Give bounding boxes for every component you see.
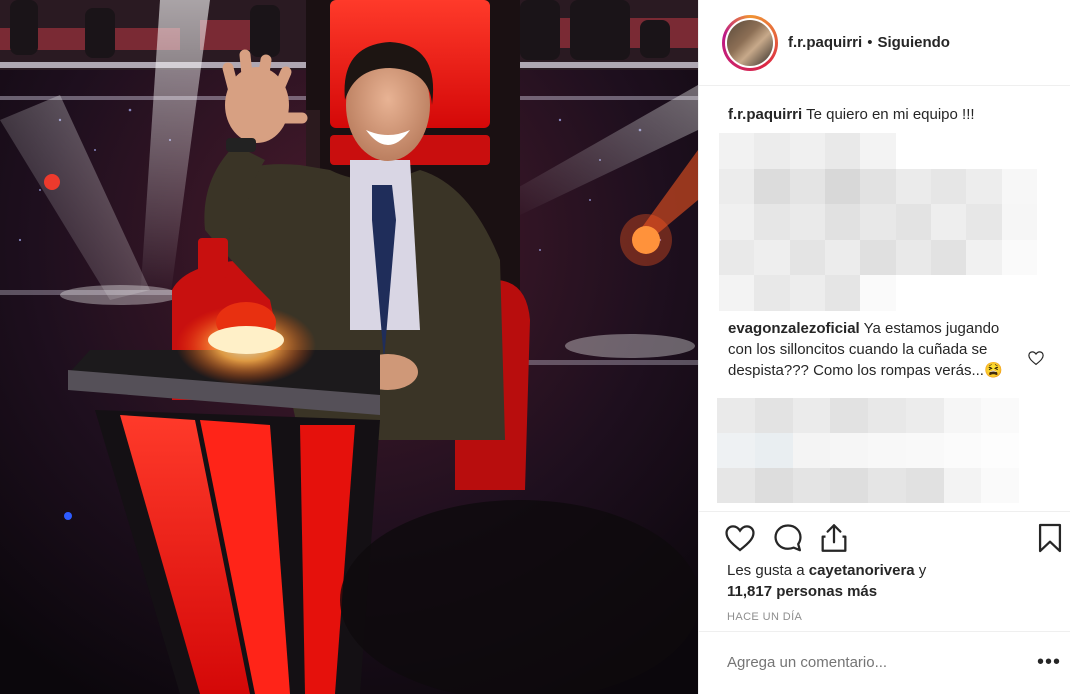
heart-icon[interactable] xyxy=(723,521,757,555)
header-separator: • xyxy=(867,34,873,51)
likes-summary: Les gusta a cayetanorivera y 11,817 pers… xyxy=(727,560,967,602)
avatar[interactable] xyxy=(722,15,778,71)
likes-count-link[interactable]: 11,817 personas más xyxy=(727,583,877,600)
post-header: f.r.paquirri • Siguiendo xyxy=(699,0,1070,86)
caption-username[interactable]: f.r.paquirri xyxy=(728,106,802,123)
follow-status-button[interactable]: Siguiendo xyxy=(877,34,950,51)
comments-area: f.r.paquirri Te quiero en mi equipo !!! … xyxy=(699,86,1070,511)
photo-scene xyxy=(0,0,698,694)
post-photo[interactable] xyxy=(0,0,698,694)
bookmark-icon[interactable] xyxy=(1033,521,1067,555)
add-comment-input[interactable] xyxy=(727,654,1007,671)
comment-item: evagonzalezoficial Ya estamos jugando co… xyxy=(728,318,1003,381)
post-side-panel: f.r.paquirri • Siguiendo f.r.paquirri Te q… xyxy=(698,0,1070,694)
caption-text: Te quiero en mi equipo !!! xyxy=(806,106,975,123)
comment-bubble-icon[interactable] xyxy=(771,521,805,555)
likes-middle: y xyxy=(914,562,927,579)
comment-username[interactable]: evagonzalezoficial xyxy=(728,320,860,337)
add-comment-bar: ••• xyxy=(699,631,1070,694)
pixelated-comment-block xyxy=(719,133,1037,311)
likes-prefix: Les gusta a xyxy=(727,562,809,579)
pixelated-comment-block-2 xyxy=(717,398,1057,503)
post-actions: Les gusta a cayetanorivera y 11,817 pers… xyxy=(699,511,1070,631)
share-icon[interactable] xyxy=(817,521,851,555)
likes-user-link[interactable]: cayetanorivera xyxy=(809,562,915,579)
post-timestamp[interactable]: HACE UN DÍA xyxy=(727,611,802,623)
header-text: f.r.paquirri • Siguiendo xyxy=(788,34,950,51)
header-username[interactable]: f.r.paquirri xyxy=(788,34,862,51)
more-options-icon[interactable]: ••• xyxy=(1037,652,1061,672)
post-caption: f.r.paquirri Te quiero en mi equipo !!! xyxy=(728,104,1028,125)
small-heart-icon[interactable] xyxy=(1027,349,1045,367)
